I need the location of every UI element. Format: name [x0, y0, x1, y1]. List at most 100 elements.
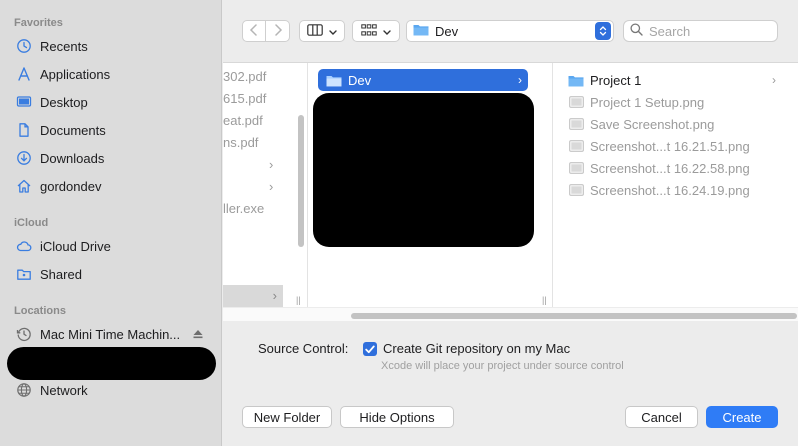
redacted-location-item[interactable] [7, 347, 216, 380]
chevron-right-icon [273, 23, 283, 39]
sidebar-item-downloads[interactable]: Downloads [8, 147, 214, 169]
column-current: Dev › || [308, 63, 547, 307]
clock-icon [16, 38, 32, 54]
sidebar-item-documents[interactable]: Documents [8, 119, 214, 141]
folder-icon [568, 72, 584, 88]
file-row[interactable]: Save Screenshot.png [568, 113, 714, 135]
new-folder-button[interactable]: New Folder [242, 406, 332, 428]
file-name: Screenshot...t 16.22.58.png [590, 160, 750, 176]
sidebar-item-icloud-drive[interactable]: iCloud Drive [8, 235, 214, 257]
chevron-right-icon: › [272, 288, 277, 303]
file-row[interactable]: Project 1 Setup.png [568, 91, 704, 113]
cancel-button[interactable]: Cancel [625, 406, 698, 428]
image-file-icon [568, 138, 584, 154]
columns-view-icon [307, 23, 323, 39]
view-mode-button[interactable] [299, 20, 345, 42]
sidebar-section-favorites: Favorites [14, 17, 63, 29]
file-row[interactable]: Screenshot...t 16.22.58.png [568, 157, 750, 179]
image-file-icon [568, 160, 584, 176]
chevron-right-icon: › [772, 73, 776, 87]
sidebar-item-label: Applications [40, 66, 111, 82]
toolbar: Dev [223, 0, 798, 62]
file-name: Screenshot...t 16.24.19.png [590, 182, 750, 198]
image-file-icon [568, 182, 584, 198]
globe-icon [16, 382, 32, 398]
search-field[interactable] [623, 20, 778, 42]
time-machine-icon [16, 326, 32, 342]
sidebar-item-time-machine[interactable]: Mac Mini Time Machin... [8, 323, 214, 345]
applications-icon [16, 66, 32, 82]
column-browser: 302.pdf 615.pdf eat.pdf ns.pdf › › ller.… [223, 62, 798, 321]
sidebar-item-label: iCloud Drive [40, 238, 111, 254]
image-file-icon [568, 116, 584, 132]
sidebar-item-desktop[interactable]: Desktop [8, 91, 214, 113]
file-name: Project 1 Setup.png [590, 94, 705, 110]
sidebar-item-label: Shared [40, 266, 82, 282]
horizontal-scrollbar[interactable] [223, 307, 798, 321]
search-icon [630, 23, 643, 39]
group-button[interactable] [352, 20, 400, 42]
chevron-right-icon: › [518, 73, 522, 87]
folder-name: Dev [348, 72, 372, 88]
folder-icon [326, 72, 342, 88]
create-button[interactable]: Create [706, 406, 778, 428]
sidebar-item-shared[interactable]: Shared [8, 263, 214, 285]
file-row[interactable]: 615.pdf [223, 87, 266, 109]
cloud-icon [16, 238, 32, 254]
column-contents: Project 1 › Project 1 Setup.png Save Scr… [553, 63, 798, 307]
sidebar-item-label: Downloads [40, 150, 105, 166]
git-repo-checkbox-label[interactable]: Create Git repository on my Mac [383, 341, 570, 356]
selected-folder-row[interactable]: Dev › [318, 69, 528, 91]
sidebar-section-locations: Locations [14, 305, 66, 317]
sidebar-item-label: gordondev [40, 178, 102, 194]
folder-name: Project 1 [590, 72, 642, 88]
source-control-label: Source Control: [258, 341, 349, 356]
vertical-scrollbar[interactable] [298, 115, 304, 247]
file-row[interactable]: Screenshot...t 16.21.51.png [568, 135, 750, 157]
chevron-right-icon: › [269, 156, 274, 172]
folder-icon [413, 23, 429, 39]
path-popup[interactable]: Dev [406, 20, 614, 42]
chevron-down-icon [329, 24, 337, 39]
sidebar-item-label: Documents [40, 122, 106, 138]
file-name: Screenshot...t 16.21.51.png [590, 138, 750, 154]
column-resize-handle[interactable]: || [296, 295, 301, 305]
sidebar-item-network[interactable]: Network [8, 379, 214, 401]
sidebar-item-label: Desktop [40, 94, 88, 110]
file-row[interactable]: eat.pdf [223, 109, 263, 131]
column-parent: 302.pdf 615.pdf eat.pdf ns.pdf › › ller.… [223, 63, 307, 307]
checkmark-icon [365, 342, 375, 357]
file-row[interactable]: ns.pdf [223, 131, 258, 153]
column-resize-handle[interactable]: || [542, 295, 547, 305]
eject-icon[interactable] [190, 326, 206, 342]
document-icon [16, 122, 32, 138]
search-input[interactable] [649, 23, 769, 39]
file-row[interactable]: ller.exe [223, 197, 264, 219]
git-repo-checkbox[interactable] [363, 342, 377, 356]
sidebar-item-label: Recents [40, 38, 88, 54]
image-file-icon [568, 94, 584, 110]
sidebar-item-label: Network [40, 382, 88, 398]
chevron-right-icon: › [269, 178, 274, 194]
sidebar-section-icloud: iCloud [14, 217, 49, 229]
sidebar-item-gordondev[interactable]: gordondev [8, 175, 214, 197]
path-popup-label: Dev [435, 23, 459, 39]
forward-button[interactable] [266, 20, 290, 42]
file-name: Save Screenshot.png [590, 116, 715, 132]
chevron-down-icon [383, 24, 391, 39]
scrollbar-thumb[interactable] [351, 313, 797, 319]
selected-folder-row[interactable]: › [223, 285, 283, 307]
grid-icon [361, 23, 377, 39]
folder-row[interactable]: Project 1 › [568, 69, 782, 91]
back-button[interactable] [242, 20, 266, 42]
home-icon [16, 178, 32, 194]
sidebar-item-recents[interactable]: Recents [8, 35, 214, 57]
sidebar-item-applications[interactable]: Applications [8, 63, 214, 85]
popup-stepper-icon [595, 22, 611, 40]
file-row[interactable]: Screenshot...t 16.24.19.png [568, 179, 750, 201]
sidebar-item-label: Mac Mini Time Machin... [40, 326, 181, 342]
hide-options-button[interactable]: Hide Options [340, 406, 454, 428]
file-browser-panel: Dev 302.pdf 615.pdf eat.pdf ns.pdf › › l… [223, 0, 798, 446]
chevron-left-icon [249, 23, 259, 39]
file-row[interactable]: 302.pdf [223, 65, 266, 87]
